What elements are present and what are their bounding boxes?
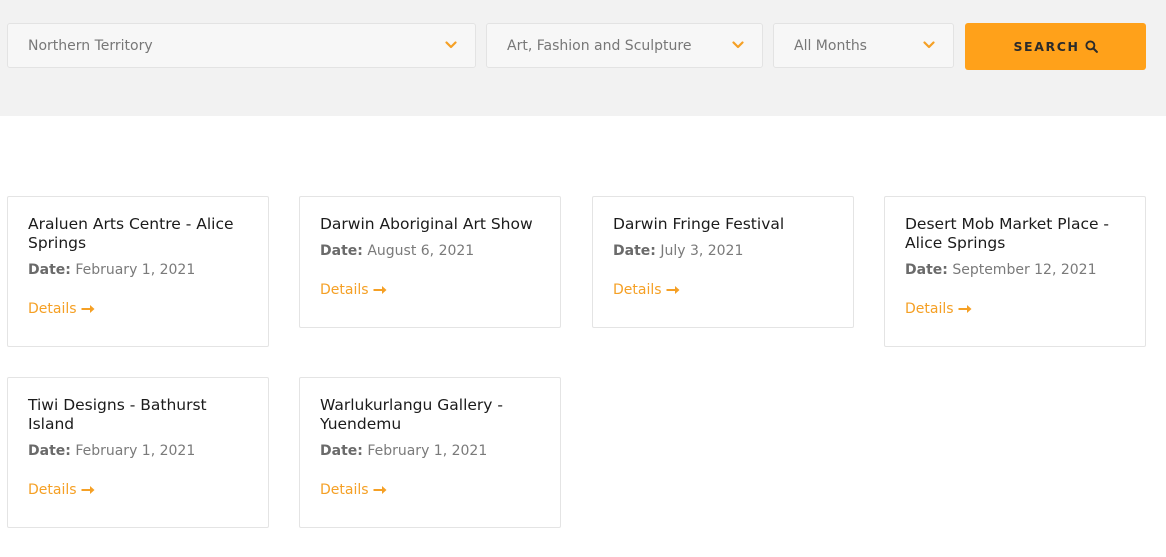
event-date-value: September 12, 2021 <box>952 262 1097 278</box>
event-date-label: Date: <box>613 243 656 259</box>
event-card: Darwin Aboriginal Art Show Date: August … <box>299 196 561 328</box>
event-date: Date: July 3, 2021 <box>613 242 833 260</box>
details-link[interactable]: Details <box>320 282 387 298</box>
event-date-label: Date: <box>320 443 363 459</box>
details-link-label: Details <box>320 482 369 498</box>
event-date: Date: September 12, 2021 <box>905 261 1125 279</box>
search-button-label: SEARCH <box>1013 39 1080 54</box>
search-icon <box>1084 40 1098 53</box>
details-link-label: Details <box>613 282 662 298</box>
event-date-label: Date: <box>28 262 71 278</box>
details-link[interactable]: Details <box>613 282 680 298</box>
category-select[interactable]: Art, Fashion and Sculpture <box>486 23 763 68</box>
arrow-right-icon <box>373 286 387 294</box>
arrow-right-icon <box>958 305 972 313</box>
details-link-label: Details <box>28 482 77 498</box>
details-link[interactable]: Details <box>28 482 95 498</box>
arrow-right-icon <box>666 286 680 294</box>
event-title: Darwin Fringe Festival <box>613 215 785 233</box>
details-link[interactable]: Details <box>905 301 972 317</box>
event-date-value: February 1, 2021 <box>75 262 196 278</box>
month-select-value: All Months <box>794 38 867 54</box>
event-card: Desert Mob Market Place - Alice Springs … <box>884 196 1146 347</box>
details-link[interactable]: Details <box>28 301 95 317</box>
event-date-value: February 1, 2021 <box>367 443 488 459</box>
arrow-right-icon <box>81 486 95 494</box>
details-link-label: Details <box>320 282 369 298</box>
chevron-down-icon <box>732 41 744 49</box>
details-link[interactable]: Details <box>320 482 387 498</box>
region-select-value: Northern Territory <box>28 38 153 54</box>
chevron-down-icon <box>923 41 935 49</box>
event-title: Tiwi Designs - Bathurst Island <box>28 396 207 433</box>
event-card: Tiwi Designs - Bathurst Island Date: Feb… <box>7 377 269 528</box>
event-date-value: July 3, 2021 <box>660 243 744 259</box>
event-card: Darwin Fringe Festival Date: July 3, 202… <box>592 196 854 328</box>
event-title: Darwin Aboriginal Art Show <box>320 215 533 233</box>
event-date: Date: February 1, 2021 <box>28 261 248 279</box>
event-title: Desert Mob Market Place - Alice Springs <box>905 215 1110 252</box>
event-date-label: Date: <box>320 243 363 259</box>
arrow-right-icon <box>373 486 387 494</box>
month-select[interactable]: All Months <box>773 23 954 68</box>
event-card: Araluen Arts Centre - Alice Springs Date… <box>7 196 269 347</box>
event-date-value: February 1, 2021 <box>75 443 196 459</box>
arrow-right-icon <box>81 305 95 313</box>
event-date-label: Date: <box>905 262 948 278</box>
event-title: Araluen Arts Centre - Alice Springs <box>28 215 234 252</box>
filter-bar: Northern Territory Art, Fashion and Scul… <box>0 0 1166 116</box>
event-date: Date: February 1, 2021 <box>28 442 248 460</box>
details-link-label: Details <box>28 301 77 317</box>
category-select-value: Art, Fashion and Sculpture <box>507 38 692 54</box>
event-date-label: Date: <box>28 443 71 459</box>
details-link-label: Details <box>905 301 954 317</box>
region-select[interactable]: Northern Territory <box>7 23 476 68</box>
event-title: Warlukurlangu Gallery - Yuendemu <box>320 396 503 433</box>
chevron-down-icon <box>445 41 457 49</box>
event-date-value: August 6, 2021 <box>367 243 475 259</box>
event-date: Date: February 1, 2021 <box>320 442 540 460</box>
event-date: Date: August 6, 2021 <box>320 242 540 260</box>
search-button[interactable]: SEARCH <box>965 23 1146 70</box>
event-card: Warlukurlangu Gallery - Yuendemu Date: F… <box>299 377 561 528</box>
